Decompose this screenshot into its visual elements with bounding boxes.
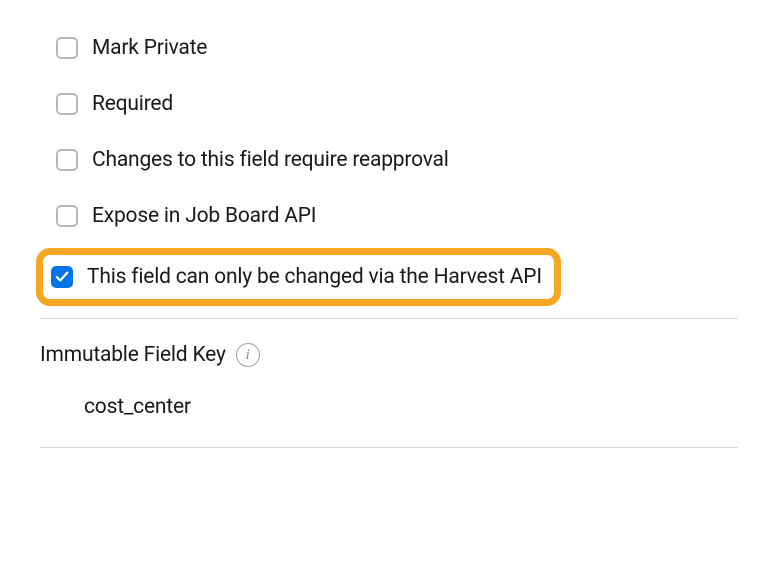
checkbox-required[interactable]	[56, 93, 78, 115]
highlight-box-harvest-only: This field can only be changed via the H…	[36, 248, 561, 306]
checkbox-expose-api[interactable]	[56, 205, 78, 227]
section-header-immutable-key: Immutable Field Key i	[40, 343, 738, 367]
divider	[40, 447, 738, 448]
info-icon[interactable]: i	[236, 343, 260, 367]
option-label-mark-private: Mark Private	[92, 36, 207, 60]
section-title: Immutable Field Key	[40, 343, 226, 367]
option-row-required: Required	[40, 76, 738, 132]
checkbox-reapproval[interactable]	[56, 149, 78, 171]
option-row-expose-api: Expose in Job Board API	[40, 188, 738, 244]
option-label-harvest-only: This field can only be changed via the H…	[87, 265, 542, 289]
option-label-required: Required	[92, 92, 173, 116]
divider	[40, 318, 738, 319]
checkmark-icon	[55, 270, 69, 284]
option-label-reapproval: Changes to this field require reapproval	[92, 148, 449, 172]
option-row-mark-private: Mark Private	[40, 20, 738, 76]
option-label-expose-api: Expose in Job Board API	[92, 204, 316, 228]
option-row-reapproval: Changes to this field require reapproval	[40, 132, 738, 188]
checkbox-harvest-only[interactable]	[51, 266, 73, 288]
checkbox-mark-private[interactable]	[56, 37, 78, 59]
immutable-field-key-value: cost_center	[40, 381, 738, 443]
